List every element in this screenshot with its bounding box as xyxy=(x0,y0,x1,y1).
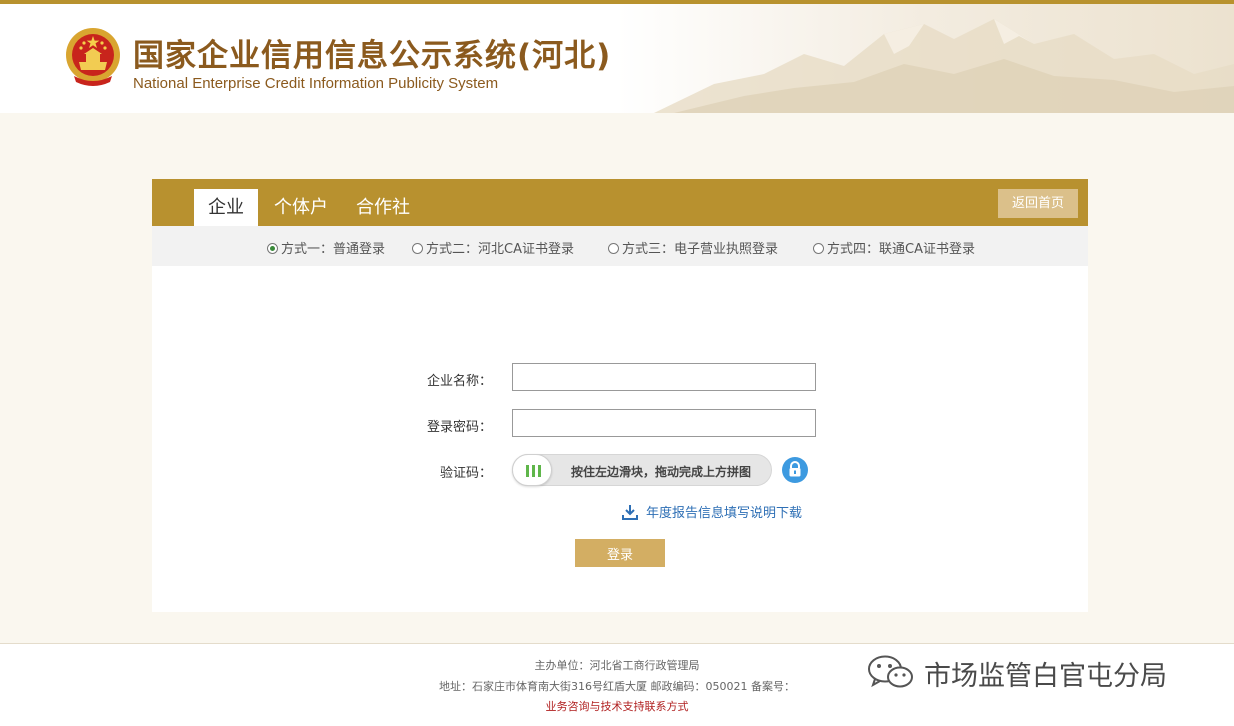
download-icon xyxy=(622,505,638,520)
site-subtitle: National Enterprise Credit Information P… xyxy=(133,75,499,92)
site-header: 国家企业信用信息公示系统(河北) National Enterprise Cre… xyxy=(0,4,1234,113)
radio-checked-icon xyxy=(267,243,278,254)
slider-instruction: 按住左边滑块，拖动完成上方拼图 xyxy=(571,465,752,479)
watermark-text: 市场监管白官屯分局 xyxy=(924,661,1167,692)
password-input[interactable] xyxy=(512,409,816,437)
login-button[interactable]: 登录 xyxy=(575,539,665,567)
tab-cooperative[interactable]: 合作社 xyxy=(348,189,418,226)
company-name-input[interactable] xyxy=(512,363,816,391)
captcha-label: 验证码： xyxy=(439,466,492,481)
login-method-label: 方式四：联通CA证书登录 xyxy=(827,242,975,257)
login-method-label: 方式二：河北CA证书登录 xyxy=(426,242,574,257)
tab-bar: 企业 个体户 合作社 返回首页 xyxy=(152,179,1088,226)
lock-icon xyxy=(782,457,808,483)
company-name-label: 企业名称： xyxy=(426,374,492,389)
tab-enterprise[interactable]: 企业 xyxy=(194,189,258,226)
tab-individual[interactable]: 个体户 xyxy=(266,189,336,226)
footer-support-link[interactable]: 业务咨询与技术支持联系方式 xyxy=(0,698,1234,714)
login-method-e-license[interactable]: 方式三：电子营业执照登录 xyxy=(608,238,778,257)
mountain-decoration xyxy=(654,19,1234,113)
captcha-slider[interactable]: 按住左边滑块，拖动完成上方拼图 xyxy=(512,454,772,486)
national-emblem-icon xyxy=(66,28,120,86)
radio-unchecked-icon xyxy=(813,243,824,254)
login-method-row: 方式一：普通登录 方式二：河北CA证书登录 方式三：电子营业执照登录 方式四：联… xyxy=(152,226,1088,266)
radio-unchecked-icon xyxy=(412,243,423,254)
slider-handle[interactable] xyxy=(512,454,552,486)
site-title: 国家企业信用信息公示系统(河北) xyxy=(133,38,612,74)
login-method-hebei-ca[interactable]: 方式二：河北CA证书登录 xyxy=(412,238,574,257)
download-link-label: 年度报告信息填写说明下载 xyxy=(646,506,803,521)
login-method-unicom-ca[interactable]: 方式四：联通CA证书登录 xyxy=(813,238,975,257)
radio-unchecked-icon xyxy=(608,243,619,254)
password-label: 登录密码： xyxy=(426,420,492,435)
return-home-button[interactable]: 返回首页 xyxy=(998,189,1078,218)
login-method-label: 方式一：普通登录 xyxy=(281,242,386,257)
annual-report-download-link[interactable]: 年度报告信息填写说明下载 xyxy=(622,502,802,521)
wechat-icon xyxy=(868,655,913,688)
login-method-label: 方式三：电子营业执照登录 xyxy=(622,242,779,257)
login-method-standard[interactable]: 方式一：普通登录 xyxy=(267,238,385,257)
